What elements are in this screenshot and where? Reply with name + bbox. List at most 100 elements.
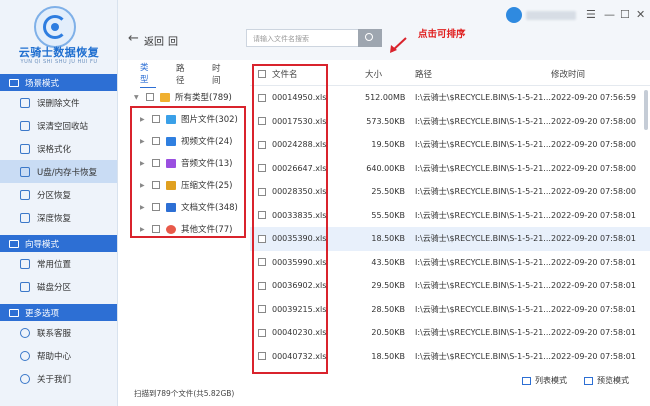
file-size: 18.50KB: [371, 234, 405, 244]
minimize-icon[interactable]: —: [604, 8, 615, 21]
file-modified-time: 2022-09-20 07:58:01: [551, 281, 636, 291]
file-path: I:\云骑士\$RECYCLE.BIN\S-1-5-21...: [415, 210, 551, 220]
sidebar-item-common-locations[interactable]: 常用位置: [0, 252, 117, 275]
file-modified-time: 2022-09-20 07:58:01: [551, 210, 636, 220]
section-scene-mode[interactable]: 场景模式: [0, 74, 117, 91]
section-wizard-mode[interactable]: 向导模式: [0, 235, 117, 252]
file-size: 640.00KB: [366, 163, 405, 173]
deep-scan-icon: [20, 212, 30, 223]
menu-icon[interactable]: ☰: [586, 8, 596, 21]
file-path: I:\云骑士\$RECYCLE.BIN\S-1-5-21...: [415, 163, 551, 173]
section-more-options[interactable]: 更多选项: [0, 304, 117, 321]
file-modified-time: 2022-09-20 07:58:01: [551, 304, 636, 314]
file-size: 19.50KB: [371, 140, 405, 150]
list-mode-button[interactable]: 列表模式: [522, 375, 567, 386]
logo: 云骑士数据恢复 YUN QI SHI SHU JU HUI FU: [0, 0, 117, 74]
sidebar: 云骑士数据恢复 YUN QI SHI SHU JU HUI FU 场景模式 误删…: [0, 0, 118, 406]
file-modified-time: 2022-09-20 07:58:00: [551, 187, 636, 197]
sidebar-item-disk-partition[interactable]: 磁盘分区: [0, 275, 117, 298]
column-header-size[interactable]: 大小: [365, 68, 415, 80]
file-size: 573.50KB: [366, 116, 405, 126]
close-icon[interactable]: ✕: [636, 8, 645, 21]
sidebar-item-partition[interactable]: 分区恢复: [0, 183, 117, 206]
file-path: I:\云骑士\$RECYCLE.BIN\S-1-5-21...: [415, 93, 551, 103]
app-subtitle: YUN QI SHI SHU JU HUI FU: [20, 59, 98, 65]
file-modified-time: 2022-09-20 07:58:00: [551, 140, 636, 150]
file-path: I:\云骑士\$RECYCLE.BIN\S-1-5-21...: [415, 281, 551, 291]
collapse-icon[interactable]: ▼: [134, 94, 143, 101]
maximize-icon[interactable]: ☐: [620, 8, 630, 21]
file-path: I:\云骑士\$RECYCLE.BIN\S-1-5-21...: [415, 140, 551, 150]
sidebar-item-recycle-bin[interactable]: 误清空回收站: [0, 114, 117, 137]
file-size: 20.50KB: [371, 328, 405, 338]
file-size: 29.50KB: [371, 281, 405, 291]
app-title: 云骑士数据恢复: [18, 46, 100, 59]
sidebar-item-about[interactable]: 关于我们: [0, 367, 117, 390]
column-header-time[interactable]: 修改时间: [551, 68, 650, 80]
sidebar-item-contact[interactable]: 联系客服: [0, 321, 117, 344]
disk-icon: [20, 281, 30, 292]
file-modified-time: 2022-09-20 07:58:01: [551, 328, 636, 338]
file-icon: [20, 97, 30, 108]
location-icon: [20, 258, 30, 269]
file-size: 28.50KB: [371, 304, 405, 314]
file-path: I:\云骑士\$RECYCLE.BIN\S-1-5-21...: [415, 257, 551, 267]
type-root[interactable]: ▼ 所有类型(789): [130, 86, 248, 108]
sidebar-item-deleted-files[interactable]: 误删除文件: [0, 91, 117, 114]
file-size: 43.50KB: [371, 257, 405, 267]
sidebar-item-deep-recovery[interactable]: 深度恢复: [0, 206, 117, 229]
file-size: 55.50KB: [371, 210, 405, 220]
menu-icon: [9, 308, 19, 317]
file-size: 25.50KB: [371, 187, 405, 197]
folder-icon: [160, 92, 170, 102]
back-arrow-icon[interactable]: ←: [128, 31, 139, 46]
wizard-icon: [9, 239, 19, 248]
file-path: I:\云骑士\$RECYCLE.BIN\S-1-5-21...: [415, 351, 551, 361]
preview-mode-button[interactable]: 预览模式: [584, 375, 629, 386]
tab-type[interactable]: 类型: [140, 61, 156, 88]
scan-status: 扫描到789个文件(共5.82GB): [134, 389, 235, 398]
top-bar: ← 返回 回 请输入文件名搜索 点击可排序 ☰ — ☐ ✕: [118, 0, 650, 60]
back-button[interactable]: 返回: [144, 33, 164, 48]
file-path: I:\云骑士\$RECYCLE.BIN\S-1-5-21...: [415, 328, 551, 338]
search-button[interactable]: [358, 29, 382, 47]
tab-time[interactable]: 时间: [212, 62, 228, 86]
file-modified-time: 2022-09-20 07:58:01: [551, 234, 636, 244]
user-icon: [20, 373, 30, 384]
scrollbar[interactable]: [644, 90, 648, 130]
annotation-arrow-icon: [390, 37, 407, 53]
file-size: 512.00MB: [365, 93, 406, 103]
file-path: I:\云骑士\$RECYCLE.BIN\S-1-5-21...: [415, 187, 551, 197]
account-icon[interactable]: [506, 7, 522, 23]
format-icon: [20, 143, 30, 154]
file-size: 18.50KB: [371, 351, 405, 361]
annotation-box-types: [130, 106, 246, 238]
logo-icon: [34, 6, 76, 48]
home-button[interactable]: 回: [168, 33, 178, 48]
list-icon: [522, 376, 531, 385]
file-modified-time: 2022-09-20 07:58:00: [551, 163, 636, 173]
file-modified-time: 2022-09-20 07:58:01: [551, 257, 636, 267]
file-modified-time: 2022-09-20 07:58:00: [551, 116, 636, 126]
headset-icon: [20, 327, 30, 338]
file-path: I:\云骑士\$RECYCLE.BIN\S-1-5-21...: [415, 304, 551, 314]
annotation-box-filenames: [252, 64, 328, 374]
search-icon: [365, 33, 373, 41]
sidebar-item-usb-card[interactable]: U盘/内存卡恢复: [0, 160, 117, 183]
column-header-path[interactable]: 路径: [415, 68, 551, 80]
tab-path[interactable]: 路径: [176, 62, 192, 86]
grid-icon: [584, 376, 593, 385]
checkbox[interactable]: [146, 93, 154, 101]
partition-icon: [20, 189, 30, 200]
usb-icon: [20, 166, 30, 177]
annotation-text: 点击可排序: [418, 29, 466, 40]
filter-tabs: 类型 路径 时间: [130, 61, 248, 88]
recycle-icon: [20, 120, 30, 131]
monitor-icon: [9, 78, 19, 87]
account-name-blurred: [526, 11, 576, 20]
file-modified-time: 2022-09-20 07:56:59: [551, 93, 636, 103]
sidebar-item-format[interactable]: 误格式化: [0, 137, 117, 160]
help-icon: [20, 350, 30, 361]
sidebar-item-help[interactable]: 帮助中心: [0, 344, 117, 367]
file-modified-time: 2022-09-20 07:58:01: [551, 351, 636, 361]
